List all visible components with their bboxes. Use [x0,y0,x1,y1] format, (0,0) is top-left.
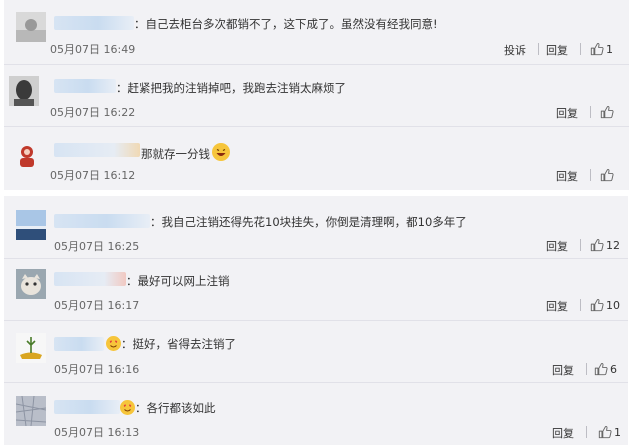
comment-panel-bottom: ：我自己注销还得先花10块挂失，你倒是清理啊，都10多年了 05月07日 16:… [4,196,628,445]
laughing-emoji-icon [212,143,230,161]
avatar[interactable] [16,396,46,426]
thumbs-up-icon [590,298,604,312]
divider [590,106,591,118]
avatar[interactable] [12,140,42,170]
like-button[interactable]: 10 [590,298,620,312]
like-count: 10 [606,298,620,312]
like-button[interactable]: 1 [598,425,621,439]
like-count: 6 [610,362,617,376]
like-count: 12 [606,238,620,252]
reply-button[interactable]: 回复 [552,362,574,378]
comment-time: 05月07日 16:25 [54,240,140,253]
comment-text-body: 那就存一分钱 [141,147,210,161]
comment-text-body: ：挺好，省得去注销了 [121,337,236,351]
avatar[interactable] [16,210,46,240]
comment-item: ：挺好，省得去注销了 05月07日 16:16 回复 6 [4,320,628,383]
divider [580,239,581,251]
like-button[interactable] [600,168,616,182]
comment-panel-top: ：自己去柜台多次都销不了，这下成了。虽然没有经我同意! 05月07日 16:49… [4,0,629,190]
username[interactable] [54,16,134,30]
username[interactable] [54,214,150,228]
comment-item: ：赶紧把我的注销掉吧，我跑去注销太麻烦了 05月07日 16:22 回复 [4,64,629,127]
comment-item: ：最好可以网上注销 05月07日 16:17 回复 10 [4,258,628,321]
avatar[interactable] [16,269,46,299]
like-button[interactable]: 12 [590,238,620,252]
divider [586,363,587,375]
comment-time: 05月07日 16:49 [50,43,136,56]
comment-text: 那就存一分钱 [141,143,230,162]
comment-text: ：我自己注销还得先花10块挂失，你倒是清理啊，都10多年了 [150,215,467,229]
report-button[interactable]: 投诉 [504,42,526,58]
comment-time: 05月07日 16:12 [50,169,136,182]
thumbs-up-icon [600,168,614,182]
comment-item: ：我自己注销还得先花10块挂失，你倒是清理啊，都10多年了 05月07日 16:… [4,196,628,259]
thumbs-up-icon [594,362,608,376]
reply-button[interactable]: 回复 [552,425,574,441]
comment-time: 05月07日 16:13 [54,426,140,439]
thumbs-up-icon [598,425,612,439]
thumbs-up-icon [590,238,604,252]
comment-text: ：赶紧把我的注销掉吧，我跑去注销太麻烦了 [116,81,346,95]
username[interactable] [54,400,120,414]
like-count: 1 [606,42,613,56]
comment-text: ：最好可以网上注销 [126,274,230,288]
comment-item: ：自己去柜台多次都销不了，这下成了。虽然没有经我同意! 05月07日 16:49… [4,0,629,65]
like-button[interactable]: 1 [590,42,613,56]
comment-text: ：自己去柜台多次都销不了，这下成了。虽然没有经我同意! [134,17,438,31]
comment-time: 05月07日 16:17 [54,299,140,312]
avatar[interactable] [9,76,39,106]
heart-emoji-icon [120,400,135,415]
heart-emoji-icon [106,336,121,351]
divider [538,43,539,55]
username[interactable] [54,79,116,93]
comment-time: 05月07日 16:22 [50,106,136,119]
divider [590,169,591,181]
comment-text: ：各行都该如此 [118,400,216,416]
like-button[interactable]: 6 [594,362,617,376]
comment-item: 那就存一分钱 05月07日 16:12 回复 [4,126,629,190]
divider [586,426,587,438]
comment-time: 05月07日 16:16 [54,363,140,376]
reply-button[interactable]: 回复 [556,168,578,184]
divider [580,299,581,311]
username[interactable] [54,272,126,286]
reply-button[interactable]: 回复 [546,42,568,58]
thumbs-up-icon [600,105,614,119]
comment-text-body: ：各行都该如此 [135,401,216,415]
comment-item: ：各行都该如此 05月07日 16:13 回复 1 [4,382,628,445]
avatar[interactable] [16,12,46,42]
reply-button[interactable]: 回复 [556,105,578,121]
divider [580,43,581,55]
username[interactable] [54,337,104,351]
like-count: 1 [614,425,621,439]
reply-button[interactable]: 回复 [546,238,568,254]
avatar[interactable] [16,333,46,363]
username[interactable] [54,143,140,157]
thumbs-up-icon [590,42,604,56]
reply-button[interactable]: 回复 [546,298,568,314]
comment-text: ：挺好，省得去注销了 [104,336,236,352]
like-button[interactable] [600,105,616,119]
